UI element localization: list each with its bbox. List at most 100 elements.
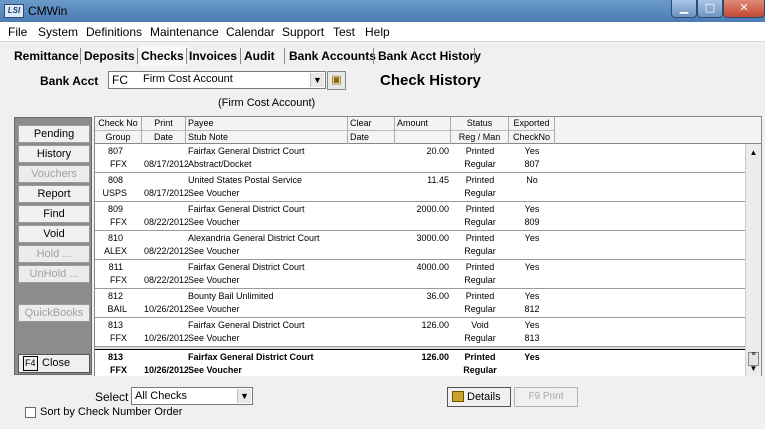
find-button[interactable]: Find xyxy=(18,205,90,223)
cell-payee: Fairfax General District Court xyxy=(188,320,305,330)
details-icon xyxy=(452,391,464,402)
cell-clear xyxy=(350,174,394,187)
table-row[interactable]: 807 FFX 08/17/2012 Fairfax General Distr… xyxy=(95,144,745,173)
tab-deposits[interactable]: Deposits xyxy=(84,46,135,66)
cell-group: ALEX xyxy=(103,246,127,256)
tab-invoices[interactable]: Invoices xyxy=(189,46,237,66)
col-amount[interactable]: Amount xyxy=(395,117,451,130)
cell-amount: 11.45 xyxy=(427,175,449,185)
cell-stub-note: See Voucher xyxy=(188,188,240,198)
table-row[interactable]: 810 ALEX 08/22/2012 Alexandria General D… xyxy=(95,231,745,260)
table-row[interactable]: 808 USPS 08/17/2012 United States Postal… xyxy=(95,173,745,202)
col-group[interactable]: Group xyxy=(95,131,142,144)
cell-reg-man: Regular xyxy=(464,159,496,169)
cell-check-no: 807 xyxy=(107,146,123,156)
sort-checkbox-label[interactable]: Sort by Check Number Order xyxy=(40,406,182,418)
print-button[interactable]: F9 Print xyxy=(514,387,578,407)
hold-button[interactable]: Hold ... xyxy=(18,245,90,263)
cell-amount: 126.00 xyxy=(421,320,449,330)
scroll-down-icon[interactable]: ▼ xyxy=(746,362,761,376)
report-button[interactable]: Report xyxy=(18,185,90,203)
col-clear-date[interactable]: Date xyxy=(348,131,395,144)
cell-payee: Alexandria General District Court xyxy=(188,233,320,243)
menu-file[interactable]: File xyxy=(8,25,27,39)
menu-system[interactable]: System xyxy=(38,25,78,39)
cell-reg-man: Regular xyxy=(464,217,496,227)
col-clear[interactable]: Clear xyxy=(348,117,395,130)
vertical-scrollbar[interactable]: ▲ ≡ ▼ xyxy=(745,144,761,376)
col-amount-blank xyxy=(395,131,451,144)
grid-body: 807 FFX 08/17/2012 Fairfax General Distr… xyxy=(95,144,745,376)
chevron-down-icon[interactable]: ▼ xyxy=(310,73,324,87)
history-button[interactable]: History xyxy=(18,145,90,163)
chevron-down-icon[interactable]: ▼ xyxy=(237,389,251,403)
cell-exported: Yes xyxy=(524,146,540,156)
col-payee[interactable]: Payee xyxy=(186,117,348,130)
menu-help[interactable]: Help xyxy=(365,25,390,39)
bank-name: Firm Cost Account xyxy=(143,73,233,85)
cell-check-no: 813 xyxy=(107,352,123,362)
cell-status: Printed xyxy=(465,291,495,301)
tab-bank-accounts[interactable]: Bank Accounts xyxy=(289,46,376,66)
tab-bank-acct-history[interactable]: Bank Acct History xyxy=(378,46,481,66)
col-print-date[interactable]: Date xyxy=(142,131,186,144)
tab-checks[interactable]: Checks xyxy=(140,46,187,66)
maximize-button[interactable]: □ xyxy=(697,0,723,18)
cell-stub-note: Abstract/Docket xyxy=(188,159,252,169)
sort-checkbox[interactable] xyxy=(25,407,36,418)
close-window-button[interactable]: ✕ xyxy=(723,0,765,18)
cell-print-date: 10/26/2012 xyxy=(144,365,188,375)
cell-print-date: 08/22/2012 xyxy=(144,275,188,285)
close-button[interactable]: F4 Close xyxy=(18,354,90,373)
cell-stub-note: See Voucher xyxy=(188,217,240,227)
tab-separator xyxy=(137,48,138,64)
bank-acct-select[interactable]: FC Firm Cost Account ▼ xyxy=(108,71,326,89)
bank-acct-subtitle: (Firm Cost Account) xyxy=(218,97,316,109)
unhold-button[interactable]: UnHold ... xyxy=(18,265,90,283)
pending-button[interactable]: Pending xyxy=(18,125,90,143)
menu-definitions[interactable]: Definitions xyxy=(86,25,142,39)
menu-maintenance[interactable]: Maintenance xyxy=(150,25,219,39)
cell-exported: No xyxy=(526,175,538,185)
cell-status: Printed xyxy=(465,146,495,156)
table-row[interactable]: 812 BAIL 10/26/2012 Bounty Bail Unlimite… xyxy=(95,289,745,318)
void-button[interactable]: Void xyxy=(18,225,90,243)
cell-stub-note: See Voucher xyxy=(188,246,240,256)
cell-status: Void xyxy=(471,320,489,330)
window-title: CMWin xyxy=(28,4,68,18)
col-stub-note[interactable]: Stub Note xyxy=(186,131,348,144)
bank-acct-label: Bank Acct xyxy=(40,74,99,88)
tab-separator xyxy=(186,48,187,64)
details-button[interactable]: Details xyxy=(447,387,511,407)
quickbooks-button[interactable]: QuickBooks xyxy=(18,304,90,322)
cell-print-date: 10/26/2012 xyxy=(144,333,188,343)
tab-remittance[interactable]: Remittance xyxy=(14,46,79,66)
table-row[interactable]: 813 FFX 10/26/2012 Fairfax General Distr… xyxy=(95,318,745,347)
tab-audit[interactable]: Audit xyxy=(244,46,275,66)
cell-exported: Yes xyxy=(524,352,540,362)
selected-table-row[interactable]: 813 FFX 10/26/2012 Fairfax General Distr… xyxy=(95,349,745,376)
cell-amount: 20.00 xyxy=(426,146,449,156)
menu-test[interactable]: Test xyxy=(333,25,355,39)
col-print[interactable]: Print xyxy=(142,117,186,130)
check-filter-select[interactable]: All Checks ▼ xyxy=(131,387,253,405)
col-check-no[interactable]: Check No xyxy=(95,117,142,130)
scroll-up-icon[interactable]: ▲ xyxy=(746,146,761,160)
tab-separator xyxy=(240,48,241,64)
table-row[interactable]: 811 FFX 08/22/2012 Fairfax General Distr… xyxy=(95,260,745,289)
menu-support[interactable]: Support xyxy=(282,25,324,39)
col-reg-man[interactable]: Reg / Man xyxy=(451,131,509,144)
cell-check-no: 809 xyxy=(107,204,123,214)
menu-calendar[interactable]: Calendar xyxy=(226,25,275,39)
col-exported-checkno[interactable]: CheckNo xyxy=(509,131,555,144)
cell-payee: United States Postal Service xyxy=(188,175,303,185)
minimize-button[interactable]: ▁ xyxy=(671,0,697,18)
folder-open-icon[interactable]: ▣ xyxy=(327,71,346,90)
cell-print-date: 08/22/2012 xyxy=(144,217,188,227)
side-panel: Pending History Vouchers Report Find Voi… xyxy=(14,117,92,375)
table-row[interactable]: 809 FFX 08/22/2012 Fairfax General Distr… xyxy=(95,202,745,231)
title-bar: LSI CMWin ▁ □ ✕ xyxy=(0,0,765,22)
vouchers-button[interactable]: Vouchers xyxy=(18,165,90,183)
col-exported[interactable]: Exported xyxy=(509,117,555,130)
col-status[interactable]: Status xyxy=(451,117,509,130)
